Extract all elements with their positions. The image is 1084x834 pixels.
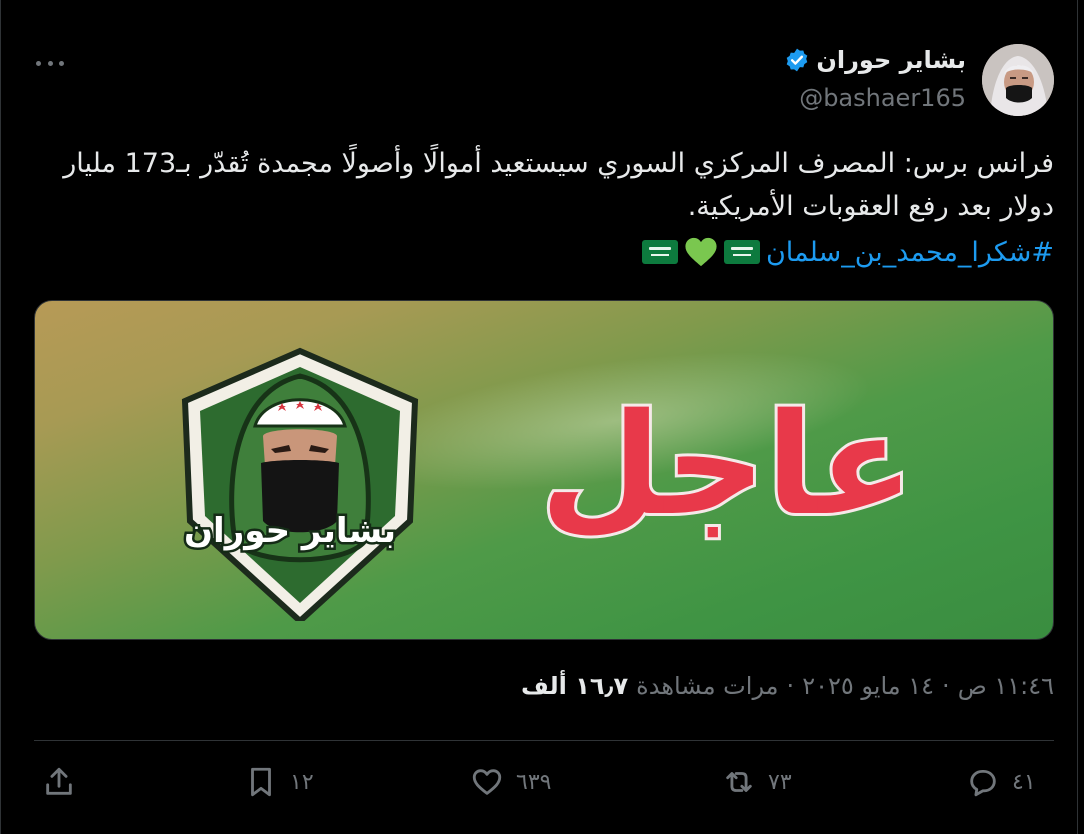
reply-button[interactable]: ٤١ bbox=[966, 758, 1036, 806]
hashtag-link[interactable]: #شكرا_محمد_بن_سلمان bbox=[766, 237, 1054, 268]
hashtag-line: #شكرا_محمد_بن_سلمان bbox=[641, 236, 1054, 268]
logo-caption: بشاير حوران bbox=[182, 509, 399, 554]
views-count: ١٦٫٧ ألف bbox=[521, 672, 629, 700]
tweet-meta: ١١:٤٦ ص · ١٤ مايو ٢٠٢٥ · مرات مشاهدة ١٦٫… bbox=[521, 672, 1054, 700]
like-count: ٦٣٩ bbox=[516, 769, 552, 795]
reply-count: ٤١ bbox=[1012, 769, 1036, 795]
right-border bbox=[1077, 0, 1078, 834]
meta-separator: · bbox=[786, 672, 795, 700]
more-dot bbox=[59, 60, 64, 66]
avatar[interactable] bbox=[982, 44, 1054, 116]
reply-icon bbox=[970, 769, 996, 797]
repost-count: ٧٣ bbox=[768, 769, 792, 795]
author-display-name[interactable]: بشاير حوران bbox=[816, 46, 966, 74]
green-heart-icon bbox=[685, 237, 717, 267]
tweet-text: فرانس برس: المصرف المركزي السوري سيستعيد… bbox=[63, 148, 1054, 222]
divider bbox=[34, 740, 1054, 741]
tweet-time[interactable]: ١١:٤٦ ص bbox=[958, 672, 1054, 700]
breaking-news-headline: عاجل bbox=[537, 384, 917, 547]
views-label: مرات مشاهدة bbox=[636, 672, 779, 700]
more-dot bbox=[47, 60, 53, 66]
like-button[interactable]: ٦٣٩ bbox=[470, 758, 551, 806]
tweet-detail: بشاير حوران @bashaer165 فرانس برس: المصر… bbox=[0, 0, 1084, 834]
bookmark-button[interactable]: ١٢ bbox=[244, 758, 314, 806]
meta-separator: · bbox=[942, 672, 950, 700]
repost-button[interactable]: ٧٣ bbox=[722, 758, 792, 806]
share-icon bbox=[46, 767, 72, 795]
more-dot bbox=[36, 60, 41, 66]
more-options-button[interactable] bbox=[36, 56, 64, 70]
saudi-flag-icon bbox=[641, 240, 678, 264]
avatar-image bbox=[982, 44, 1054, 116]
tweet-date[interactable]: ١٤ مايو ٢٠٢٥ bbox=[802, 672, 934, 700]
action-bar: ١٢ ٦٣٩ ٧٣ ٤١ bbox=[34, 758, 1054, 806]
author-name-row: بشاير حوران bbox=[784, 46, 966, 74]
bashaer-horan-logo-icon bbox=[181, 347, 419, 621]
heart-icon bbox=[472, 769, 502, 795]
verified-badge-icon bbox=[787, 48, 808, 72]
author-handle[interactable]: @bashaer165 bbox=[799, 84, 966, 112]
share-button[interactable] bbox=[42, 758, 76, 806]
repost-icon bbox=[726, 772, 752, 792]
saudi-flag-icon bbox=[723, 240, 760, 264]
left-border bbox=[0, 0, 1, 834]
bookmark-count: ١٢ bbox=[290, 769, 314, 795]
tweet-media-image[interactable]: بشاير حوران عاجل bbox=[34, 300, 1054, 640]
bookmark-icon bbox=[251, 767, 271, 797]
